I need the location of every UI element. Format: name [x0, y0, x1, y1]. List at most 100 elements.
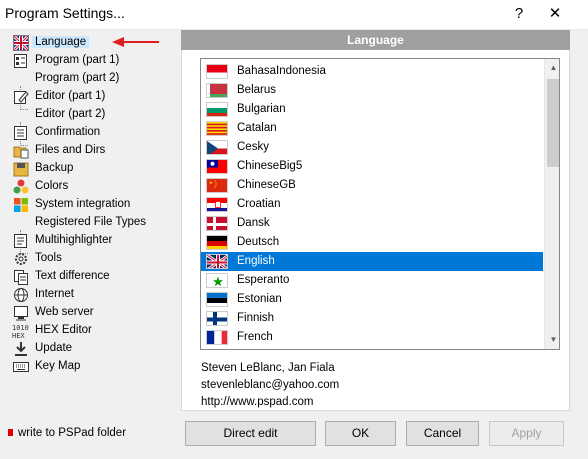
- language-name: ChineseGB: [237, 179, 296, 191]
- tree-item-key-map[interactable]: Key Map: [0, 358, 175, 376]
- tree-item-files-and-dirs[interactable]: Files and Dirs: [0, 142, 175, 160]
- title-bar: Program Settings... ? ✕: [0, 0, 588, 30]
- czech-flag-icon: [206, 140, 228, 155]
- help-button[interactable]: ?: [506, 0, 532, 30]
- language-item-selected[interactable]: English: [201, 252, 543, 271]
- language-name: French: [237, 331, 273, 343]
- finland-flag-icon: [206, 311, 228, 326]
- language-item[interactable]: French: [201, 328, 543, 347]
- folder-icon: [13, 143, 29, 159]
- scroll-thumb[interactable]: [547, 79, 559, 167]
- tree-item-label: Text difference: [35, 270, 110, 282]
- tree-item-label: Backup: [35, 162, 74, 174]
- tree-item-editor-part-2[interactable]: Editor (part 2): [0, 106, 175, 124]
- tree-item-label: Confirmation: [35, 126, 101, 138]
- tree-item-label: Files and Dirs: [35, 144, 106, 156]
- ok-button[interactable]: OK: [325, 421, 396, 446]
- bulgaria-flag-icon: [206, 102, 228, 117]
- germany-flag-icon: [206, 235, 228, 250]
- multihighlighter-icon: [13, 233, 29, 249]
- write-note-text: write to PSPad folder: [18, 427, 127, 439]
- editor-icon: [13, 89, 29, 105]
- estonia-flag-icon: [206, 292, 228, 307]
- language-item[interactable]: Dansk: [201, 214, 543, 233]
- tree-item-internet[interactable]: Internet: [0, 286, 175, 304]
- red-marker-icon: [8, 429, 13, 436]
- language-item[interactable]: Catalan: [201, 119, 543, 138]
- svg-text:HEX: HEX: [12, 332, 25, 339]
- tree-item-program-part-2[interactable]: Program (part 2): [0, 70, 175, 88]
- indonesia-flag-icon: [206, 64, 228, 79]
- tree-item-label: Editor (part 1): [35, 90, 106, 102]
- tree-item-backup[interactable]: Backup: [0, 160, 175, 178]
- tree-item-label: Colors: [35, 180, 69, 192]
- tree-item-hex-editor[interactable]: 1010 HEX HEX Editor: [0, 322, 175, 340]
- language-item[interactable]: Croatian: [201, 195, 543, 214]
- belarus-flag-icon: [206, 83, 228, 98]
- direct-edit-button[interactable]: Direct edit: [185, 421, 316, 446]
- uk-flag-icon: [206, 254, 228, 269]
- language-name: English: [237, 255, 275, 267]
- language-name: BahasaIndonesia: [237, 65, 326, 77]
- vertical-scrollbar[interactable]: ▲ ▼: [544, 59, 559, 349]
- croatia-flag-icon: [206, 197, 228, 212]
- tree-item-text-difference[interactable]: Text difference: [0, 268, 175, 286]
- translator-authors: Steven LeBlanc, Jan Fiala: [201, 362, 335, 374]
- tree-item-multihighlighter[interactable]: Multihighlighter: [0, 232, 175, 250]
- tools-icon: [13, 251, 29, 267]
- tree-item-web-server[interactable]: Web server: [0, 304, 175, 322]
- tree-item-label: Update: [35, 342, 73, 354]
- language-item[interactable]: Cesky: [201, 138, 543, 157]
- backup-icon: [13, 161, 29, 177]
- tree-item-registered-file-types[interactable]: Registered File Types: [0, 214, 175, 232]
- catalonia-flag-icon: [206, 121, 228, 136]
- scroll-up-arrow-icon[interactable]: ▲: [545, 59, 559, 76]
- language-name: Deutsch: [237, 236, 280, 248]
- language-item[interactable]: ChineseBig5: [201, 157, 543, 176]
- language-item[interactable]: Deutsch: [201, 233, 543, 252]
- tree-item-editor-part-1[interactable]: Editor (part 1): [0, 88, 175, 106]
- language-item[interactable]: Finnish: [201, 309, 543, 328]
- colors-icon: [13, 179, 29, 195]
- window-title: Program Settings...: [5, 5, 125, 21]
- language-name: Dansk: [237, 217, 270, 229]
- tree-item-label: Tools: [35, 252, 62, 264]
- language-item[interactable]: Estonian: [201, 290, 543, 309]
- language-name: Esperanto: [237, 274, 290, 286]
- tree-item-system-integration[interactable]: System integration: [0, 196, 175, 214]
- close-button[interactable]: ✕: [540, 0, 570, 30]
- tree-item-program-part-1[interactable]: Program (part 1): [0, 52, 175, 70]
- translator-url: http://www.pspad.com: [201, 396, 314, 408]
- apply-button[interactable]: Apply: [489, 421, 564, 446]
- translator-email: stevenleblanc@yahoo.com: [201, 379, 340, 391]
- section-header: Language: [181, 30, 570, 50]
- language-item[interactable]: BahasaIndonesia: [201, 62, 543, 81]
- text-difference-icon: [13, 269, 29, 285]
- annotation-arrow-icon: [112, 37, 159, 47]
- language-list[interactable]: BahasaIndonesia Belarus Bulgarian Catala…: [200, 58, 560, 350]
- tree-item-confirmation[interactable]: Confirmation: [0, 124, 175, 142]
- uk-flag-icon: [13, 35, 29, 51]
- france-flag-icon: [206, 330, 228, 345]
- language-item[interactable]: ChineseGB: [201, 176, 543, 195]
- program-settings-icon: [13, 53, 29, 69]
- tree-item-update[interactable]: Update: [0, 340, 175, 358]
- cancel-button[interactable]: Cancel: [406, 421, 479, 446]
- tree-item-label: Internet: [35, 288, 74, 300]
- web-server-icon: [13, 305, 29, 321]
- tree-item-label: Program (part 2): [35, 72, 120, 84]
- hex-editor-icon: 1010 HEX: [12, 323, 29, 340]
- tree-item-label: Registered File Types: [35, 216, 147, 228]
- windows-icon: [13, 197, 29, 213]
- language-name: Bulgarian: [237, 103, 286, 115]
- language-name: Finnish: [237, 312, 275, 324]
- language-item[interactable]: Belarus: [201, 81, 543, 100]
- language-item[interactable]: Esperanto: [201, 271, 543, 290]
- tree-item-colors[interactable]: Colors: [0, 178, 175, 196]
- tree-item-tools[interactable]: Tools: [0, 250, 175, 268]
- language-item[interactable]: Bulgarian: [201, 100, 543, 119]
- scroll-down-arrow-icon[interactable]: ▼: [545, 331, 559, 348]
- taiwan-flag-icon: [206, 159, 228, 174]
- language-name: Catalan: [237, 122, 277, 134]
- tree-item-label: Editor (part 2): [35, 108, 106, 120]
